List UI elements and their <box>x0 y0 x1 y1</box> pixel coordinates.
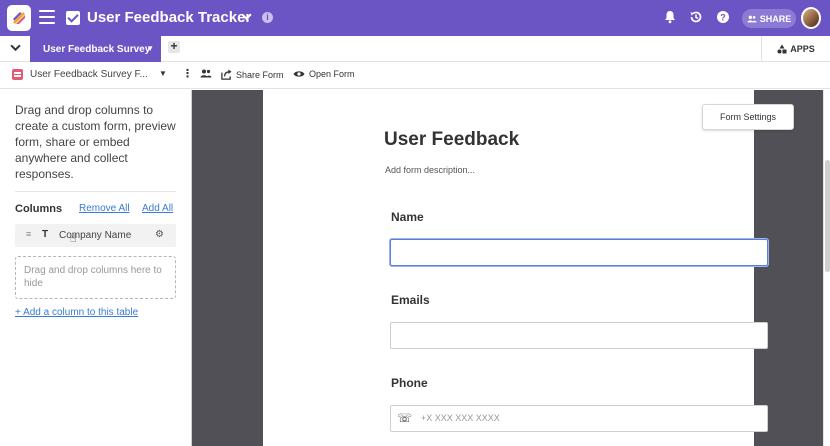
add-all-link[interactable]: Add All <box>142 203 173 214</box>
field-label-emails: Emails <box>391 293 430 307</box>
phone-placeholder: +X XXX XXX XXXX <box>421 413 500 423</box>
users-icon <box>200 69 212 78</box>
form-canvas: User Feedback Add form description... Na… <box>263 90 768 446</box>
add-tab-icon[interactable]: + <box>168 40 180 53</box>
emails-input[interactable] <box>390 322 768 349</box>
tab-label: User Feedback Survey <box>43 43 151 55</box>
app-logo-icon[interactable] <box>7 5 31 31</box>
text-type-icon: T <box>42 229 49 240</box>
hand-cursor-icon: ☝ <box>70 233 77 245</box>
field-label-name: Name <box>391 210 424 224</box>
sidebar-instructions: Drag and drop columns to create a custom… <box>15 103 176 181</box>
bell-icon[interactable] <box>663 10 679 26</box>
name-input[interactable] <box>390 239 768 266</box>
checkbox-icon <box>66 11 80 25</box>
top-bar: User Feedback Tracker i ? SHARE <box>0 0 830 36</box>
history-icon[interactable] <box>689 10 705 26</box>
avatar[interactable] <box>801 7 821 29</box>
caret-down-icon[interactable]: ▼ <box>159 69 167 78</box>
form-settings-button[interactable]: Form Settings <box>702 104 794 130</box>
toolbar: User Feedback Survey F... ▼ ⋮ Share Form… <box>0 62 830 89</box>
divider <box>15 191 176 192</box>
drop-hint: Drag and drop columns here to hide <box>24 265 162 289</box>
scrollbar[interactable] <box>823 90 830 446</box>
field-label-phone: Phone <box>391 376 428 390</box>
form-view-icon <box>12 69 23 80</box>
column-item-company-name[interactable]: ≡ T Company Name ☝ ⚙ <box>15 224 176 247</box>
eye-icon <box>293 71 305 77</box>
tab-bar: User Feedback Survey ▼ + APPS <box>0 36 830 62</box>
more-vertical-icon[interactable]: ⋮ <box>182 67 193 80</box>
help-icon[interactable]: ? <box>716 10 732 26</box>
apps-icon <box>777 44 787 54</box>
form-preview-area: User Feedback Add form description... Na… <box>191 90 830 446</box>
tab-user-feedback-survey[interactable]: User Feedback Survey ▼ <box>30 36 161 62</box>
column-settings-icon[interactable]: ⚙ <box>155 229 164 240</box>
hidden-columns-drop-zone[interactable]: Drag and drop columns here to hide <box>15 256 176 299</box>
remove-all-link[interactable]: Remove All <box>79 203 130 214</box>
svg-text:?: ? <box>720 12 726 22</box>
view-selector[interactable]: User Feedback Survey F... <box>30 69 148 80</box>
menu-icon[interactable] <box>39 10 55 26</box>
apps-label: APPS <box>790 44 815 54</box>
share-label: SHARE <box>759 13 792 24</box>
form-description[interactable]: Add form description... <box>385 165 475 175</box>
share-form-button[interactable]: Share Form <box>221 69 284 80</box>
open-form-label: Open Form <box>309 69 355 79</box>
apps-button[interactable]: APPS <box>761 36 830 62</box>
share-form-label: Share Form <box>236 69 284 80</box>
add-column-link[interactable]: + Add a column to this table <box>15 307 138 318</box>
scrollbar-thumb[interactable] <box>825 160 830 272</box>
chevron-down-icon[interactable] <box>10 42 21 56</box>
phone-globe-icon: ☏ <box>397 411 413 425</box>
drag-handle-icon[interactable]: ≡ <box>26 229 31 239</box>
form-builder-sidebar: Drag and drop columns to create a custom… <box>0 90 191 446</box>
columns-heading: Columns <box>15 203 63 215</box>
form-title[interactable]: User Feedback <box>384 129 519 151</box>
caret-down-icon[interactable]: ▼ <box>146 44 154 53</box>
open-form-button[interactable]: Open Form <box>293 69 355 79</box>
app-title[interactable]: User Feedback Tracker <box>87 9 251 26</box>
chevron-down-icon[interactable] <box>241 10 252 25</box>
phone-input[interactable]: ☏ +X XXX XXX XXXX <box>390 405 768 432</box>
info-icon[interactable]: i <box>262 12 273 23</box>
collaborators-button[interactable] <box>200 69 212 78</box>
share-button[interactable]: SHARE <box>742 9 796 28</box>
share-icon <box>221 69 232 80</box>
users-icon <box>747 15 757 22</box>
